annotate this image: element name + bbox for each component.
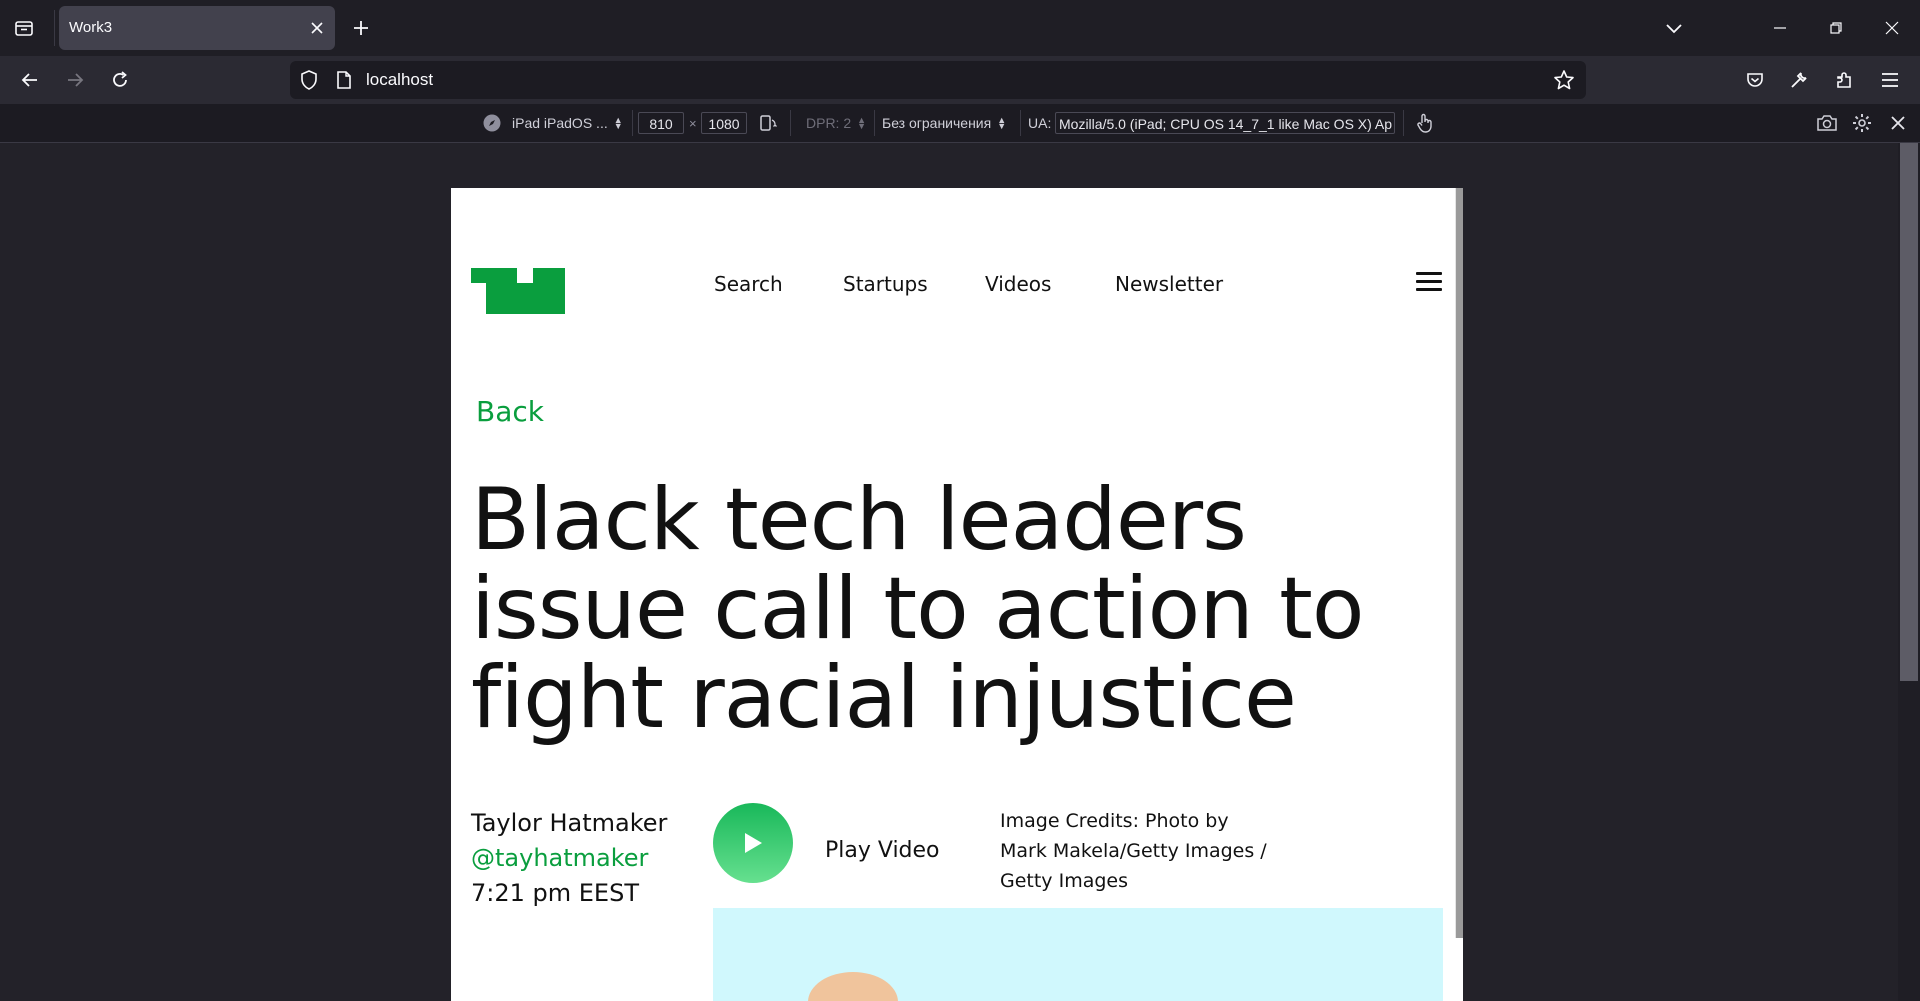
restore-icon[interactable] [1808,0,1864,56]
updown-arrows-icon: ▲ ▼ [613,115,623,131]
separator [790,110,791,136]
tab-separator [54,10,55,46]
article-headline: Black tech leaders issue call to action … [471,470,1364,748]
play-video-button[interactable] [713,803,793,883]
device-name: iPad iPadOS ... [512,115,608,131]
updown-arrows-icon: ▲ ▼ [857,115,867,131]
navigation-toolbar: localhost [0,56,1920,104]
throttling-selector[interactable]: Без ограничения ▲ ▼ [882,104,1006,142]
compass-icon [482,104,502,142]
image-credits: Image Credits: Photo by Mark Makela/Gett… [1000,810,1267,892]
publish-time: 7:21 pm EEST [471,879,639,907]
tab-active[interactable]: Work3 [59,6,335,50]
touch-simulation-icon[interactable] [1415,104,1435,142]
rotate-viewport-icon[interactable] [758,104,778,142]
separator [874,110,875,136]
nav-videos[interactable]: Videos [985,272,1051,296]
responsive-design-toolbar: iPad iPadOS ... ▲ ▼ 810 × 1080 DPR: 2 ▲ ▼ … [0,104,1920,143]
page-icon[interactable] [332,68,356,92]
user-agent-input[interactable]: Mozilla/5.0 (iPad; CPU OS 14_7_1 like Ma… [1055,112,1395,134]
article-hero-image [713,908,1443,1001]
shield-icon[interactable] [297,68,321,92]
nav-newsletter[interactable]: Newsletter [1115,272,1223,296]
settings-gear-icon[interactable] [1852,104,1872,142]
updown-arrows-icon: ▲ ▼ [997,115,1007,131]
dpr-label: DPR: 2 [806,115,852,131]
times-sign: × [689,115,697,131]
author-name[interactable]: Taylor Hatmaker [471,809,667,837]
minimize-icon[interactable] [1752,0,1808,56]
viewport-width-input[interactable]: 810 [638,112,684,134]
back-link[interactable]: Back [476,395,544,428]
hero-image-detail [808,972,898,1001]
separator [1020,110,1021,136]
separator [632,110,633,136]
screenshot-camera-icon[interactable] [1816,104,1838,142]
byline: Taylor Hatmaker @tayhatmaker 7:21 pm EES… [471,806,667,911]
viewport-scrollbar-thumb[interactable] [1900,143,1918,681]
close-tab-icon[interactable] [305,16,329,40]
device-viewport: Search Startups Videos Newsletter Back B… [451,188,1463,1001]
dpr-selector[interactable]: DPR: 2 ▲ ▼ [806,104,866,142]
close-window-icon[interactable] [1864,0,1920,56]
new-tab-plus-icon[interactable] [345,12,377,44]
page-scrollbar[interactable] [1455,188,1463,938]
separator [1403,110,1404,136]
pocket-icon[interactable] [1739,64,1771,96]
ua-label: UA: [1028,115,1052,131]
play-icon [745,833,762,853]
url-text[interactable]: localhost [366,61,433,99]
hamburger-menu-icon[interactable] [1416,272,1442,294]
back-arrow-icon[interactable] [14,64,46,96]
extensions-puzzle-icon[interactable] [1828,64,1860,96]
firefox-view-icon[interactable] [8,12,40,44]
techcrunch-logo[interactable] [471,268,565,314]
list-all-tabs-chevron-icon[interactable] [1656,12,1692,44]
close-rdm-icon[interactable] [1890,104,1906,142]
bookmark-star-icon[interactable] [1552,68,1576,92]
play-video-label[interactable]: Play Video [825,838,940,863]
nav-startups[interactable]: Startups [843,272,928,296]
tab-title: Work3 [69,19,113,36]
viewport-height-input[interactable]: 1080 [701,112,747,134]
wrench-icon[interactable] [1783,64,1815,96]
forward-arrow-icon[interactable] [59,64,91,96]
tab-bar: Work3 [0,0,1920,56]
author-twitter-handle[interactable]: @tayhatmaker [471,841,667,876]
throttling-label: Без ограничения [882,115,992,131]
nav-search[interactable]: Search [714,272,783,296]
url-bar[interactable]: localhost [290,61,1586,99]
reload-icon[interactable] [104,64,136,96]
device-selector[interactable]: iPad iPadOS ... ▲ ▼ [512,104,623,142]
app-menu-icon[interactable] [1874,64,1906,96]
